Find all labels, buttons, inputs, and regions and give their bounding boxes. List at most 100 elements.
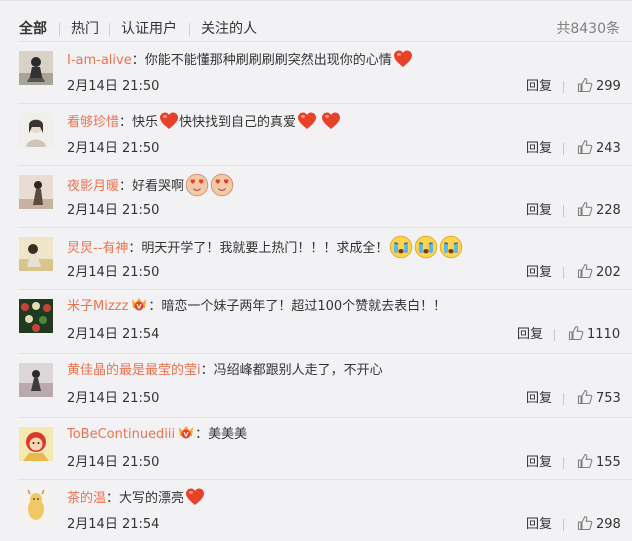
comment-line: 看够珍惜：快乐 快快找到自己的真爱 [67,111,341,133]
crying-emoji-icon [389,235,413,259]
avatar[interactable] [19,237,53,271]
username-link[interactable]: 看够珍惜 [67,115,119,130]
like-count: 228 [596,203,621,218]
divider [18,227,632,228]
comment-timestamp: 2月14日 21:50 [67,79,160,94]
comment-text: ：大写的漂亮 [106,491,185,506]
avatar[interactable] [19,113,53,147]
comment-text: ：快乐 [119,115,159,130]
comment-text: ：明天开学了！我就要上热门！！！求成全！ [128,241,389,256]
svg-text:V: V [137,303,142,311]
comment-line: 夜影月暖：好看哭啊 [67,173,234,197]
like-button[interactable]: 753 [577,389,621,409]
comment-text: ：美美美 [195,427,248,442]
comment-item: I-am-alive：你能不能懂那种刷刷刷刷突然出现你的心情 2月14日 21:… [0,41,632,103]
like-count: 299 [596,79,621,94]
reply-button[interactable]: 回复 [526,203,552,219]
comment-line: 米子Mizzz V ：暗恋一个妹子两年了！超过100个赞就去表白！！ [67,297,446,317]
action-divider [563,205,564,217]
username-link[interactable]: 茶的温 [67,491,106,506]
username-link[interactable]: 黄佳晶的最是最莹的莹i [67,363,201,378]
reply-button[interactable]: 回复 [526,517,552,533]
comment-timestamp: 2月14日 21:50 [67,203,160,218]
comment-item: 米子Mizzz V ：暗恋一个妹子两年了！超过100个赞就去表白！！ 2月14日 2… [0,289,632,351]
thumbs-up-icon [568,325,584,341]
member-badge-icon: V [177,425,195,441]
like-count: 298 [596,517,621,532]
thumbs-up-icon [577,515,593,531]
crying-emoji-icon [414,235,438,259]
like-button[interactable]: 155 [577,453,621,473]
tab-divider [189,23,190,36]
comment-text: ：冯绍峰都跟别人走了，不开心 [200,363,383,378]
action-divider [563,81,564,93]
tab-divider [109,23,110,36]
divider [18,289,632,290]
username-link[interactable]: 米子Mizzz [67,299,128,314]
comment-text: 快快找到自己的真爱 [179,115,297,130]
comment-item: 黄佳晶的最是最莹的莹i：冯绍峰都跟别人走了，不开心 2月14日 21:50 回复… [0,353,632,415]
svg-text:V: V [184,431,189,439]
username-link[interactable]: 夜影月暖 [67,179,119,194]
member-badge-icon: V [130,297,148,313]
tab-hot[interactable]: 热门 [71,20,99,38]
tab-divider [59,23,60,36]
action-divider [563,267,564,279]
like-button[interactable]: 243 [577,139,621,159]
reply-button[interactable]: 回复 [526,141,552,157]
comment-line: ToBeContinuediii V ：美美美 [67,425,247,445]
love-eyes-emoji-icon [185,173,209,197]
crying-emoji-icon [439,235,463,259]
like-count: 753 [596,391,621,406]
avatar[interactable] [19,299,53,333]
comment-timestamp: 2月14日 21:50 [67,141,160,156]
like-button[interactable]: 1110 [568,325,620,345]
avatar[interactable] [19,363,53,397]
action-divider [554,329,555,341]
like-count: 155 [596,455,621,470]
comment-line: 黄佳晶的最是最莹的莹i：冯绍峰都跟别人走了，不开心 [67,361,383,381]
avatar[interactable] [19,51,53,85]
divider [18,103,632,104]
comment-item: ToBeContinuediii V ：美美美 2月14日 21:50 回复 155 [0,417,632,479]
action-divider [563,457,564,469]
comment-text: ：你能不能懂那种刷刷刷刷突然出现你的心情 [131,53,392,68]
action-divider [563,143,564,155]
username-link[interactable]: ToBeContinuediii [67,427,175,442]
comment-item: 炅炅--有神：明天开学了！我就要上热门！！！求成全！ 2月14日 21:50 回… [0,227,632,289]
thumbs-up-icon [577,389,593,405]
like-button[interactable]: 228 [577,201,621,221]
divider [18,353,632,354]
reply-button[interactable]: 回复 [526,455,552,471]
like-button[interactable]: 299 [577,77,621,97]
username-link[interactable]: 炅炅--有神 [67,241,128,256]
like-button[interactable]: 202 [577,263,621,283]
thumbs-up-icon [577,263,593,279]
like-button[interactable]: 298 [577,515,621,535]
reply-button[interactable]: 回复 [517,327,543,343]
heart-icon [297,111,317,131]
divider [18,41,632,42]
reply-button[interactable]: 回复 [526,265,552,281]
heart-icon [159,111,179,131]
avatar[interactable] [19,427,53,461]
comment-text: ：好看哭啊 [119,179,185,194]
divider [18,479,632,480]
avatar[interactable] [19,489,53,523]
like-count: 1110 [587,327,621,342]
username-link[interactable]: I-am-alive [67,53,132,68]
love-eyes-emoji-icon [210,173,234,197]
tab-verified-users[interactable]: 认证用户 [121,20,177,38]
divider [18,165,632,166]
avatar[interactable] [19,175,53,209]
thumbs-up-icon [577,201,593,217]
reply-button[interactable]: 回复 [526,391,552,407]
thumbs-up-icon [577,139,593,155]
tab-all[interactable]: 全部 [19,20,47,38]
reply-button[interactable]: 回复 [526,79,552,95]
tab-following[interactable]: 关注的人 [201,20,257,38]
comment-item: 茶的温：大写的漂亮 2月14日 21:54 回复 298 [0,479,632,541]
comment-text: ：暗恋一个妹子两年了！超过100个赞就去表白！！ [148,299,447,314]
action-divider [563,393,564,405]
action-divider [563,519,564,531]
